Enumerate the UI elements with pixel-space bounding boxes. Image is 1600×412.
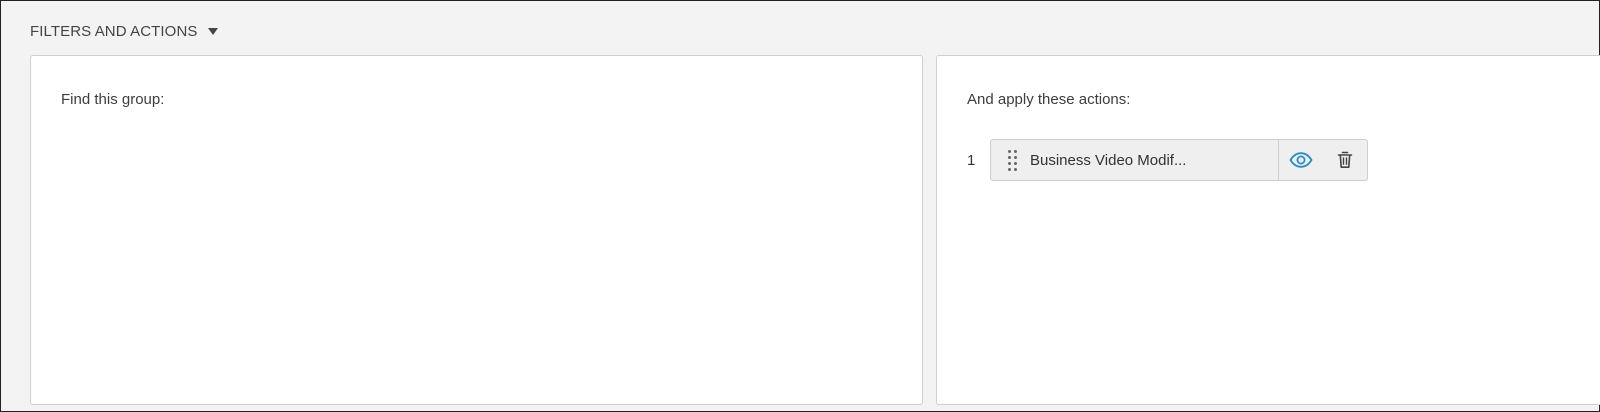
caret-down-icon — [207, 28, 218, 35]
action-index: 1 — [967, 151, 976, 169]
apply-actions-panel: And apply these actions: 1 Business Vide… — [936, 55, 1600, 405]
filters-and-actions-frame: FILTERS AND ACTIONS Find this group: And… — [0, 0, 1600, 412]
find-group-title: Find this group: — [61, 91, 165, 108]
preview-button[interactable] — [1279, 140, 1323, 180]
action-row: 1 Business Video Modif... — [967, 139, 1368, 181]
action-chip: Business Video Modif... — [990, 139, 1368, 181]
apply-actions-title: And apply these actions: — [967, 91, 1131, 108]
action-label: Business Video Modif... — [1030, 151, 1187, 169]
find-group-panel: Find this group: — [30, 55, 923, 405]
action-item[interactable]: Business Video Modif... — [991, 140, 1279, 180]
eye-icon — [1289, 152, 1313, 168]
action-controls — [1279, 140, 1367, 180]
trash-icon — [1337, 151, 1353, 168]
section-title: FILTERS AND ACTIONS — [30, 22, 198, 40]
filters-and-actions-toggle[interactable]: FILTERS AND ACTIONS — [30, 21, 218, 41]
delete-button[interactable] — [1323, 140, 1367, 180]
drag-handle-icon[interactable] — [1008, 149, 1017, 171]
